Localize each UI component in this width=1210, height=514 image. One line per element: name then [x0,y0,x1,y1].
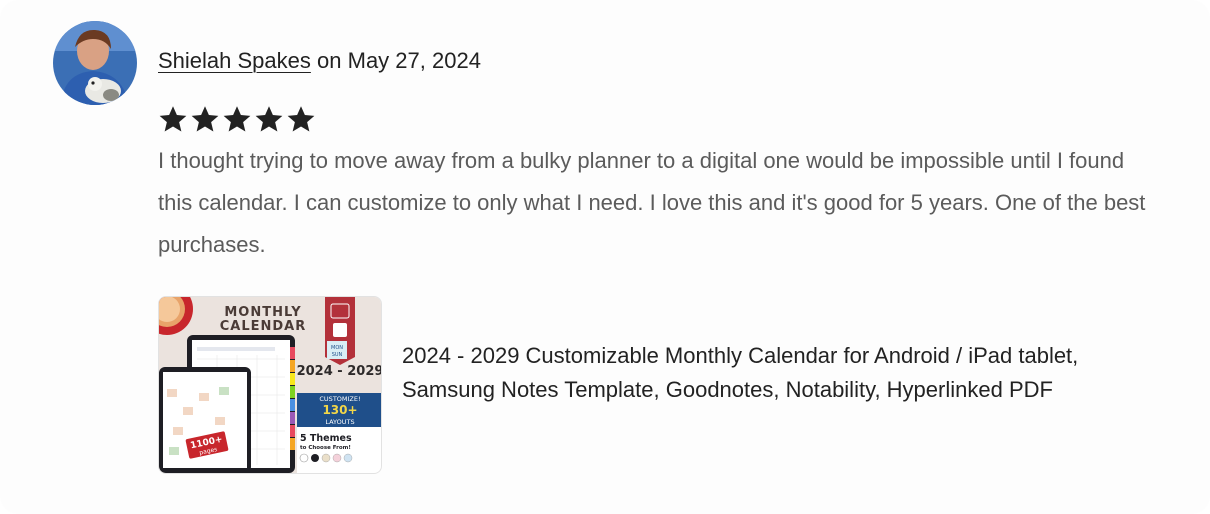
date-prefix: on [317,48,342,73]
thumb-years: 2024 - 2029 [297,364,382,379]
thumb-heading-2: CALENDAR [220,319,307,334]
review-text: I thought trying to move away from a bul… [158,148,1146,257]
star-icon [223,106,251,132]
listing-thumbnail[interactable]: MONTHLY CALENDAR MON SUN 1100+ pages 202… [158,296,382,474]
star-icon [191,106,219,132]
themes-title: 5 Themes [300,433,352,444]
star-icon [287,106,315,132]
theme-swatch [311,454,319,462]
listing-thumbnail-image: MONTHLY CALENDAR MON SUN 1100+ pages 202… [159,297,382,473]
badge-bottom: LAYOUTS [325,418,354,426]
reviewer-avatar[interactable] [53,21,137,105]
review-card: Shielah Spakes on May 27, 2024 I thought… [0,0,1210,514]
theme-swatch [321,453,331,463]
thumb-heading-1: MONTHLY [224,305,301,320]
star-icon [255,106,283,132]
theme-swatch [299,453,309,463]
star-icon [159,106,187,132]
themes-subtitle: to Choose From! [300,445,351,451]
listing-title-link[interactable]: 2024 - 2029 Customizable Monthly Calenda… [402,339,1162,407]
theme-swatch [343,453,353,463]
star-rating [158,103,316,139]
theme-swatch [332,453,342,463]
badge-count: 130+ [322,403,357,417]
reviewer-name-link[interactable]: Shielah Spakes [158,48,311,73]
avatar-photo [53,21,137,105]
review-date: May 27, 2024 [347,48,481,73]
ribbon-top-label: MON [331,345,343,351]
ribbon-bottom-label: SUN [332,352,343,358]
review-meta: Shielah Spakes on May 27, 2024 [158,46,481,76]
badge-top: CUSTOMIZE! [319,395,360,403]
